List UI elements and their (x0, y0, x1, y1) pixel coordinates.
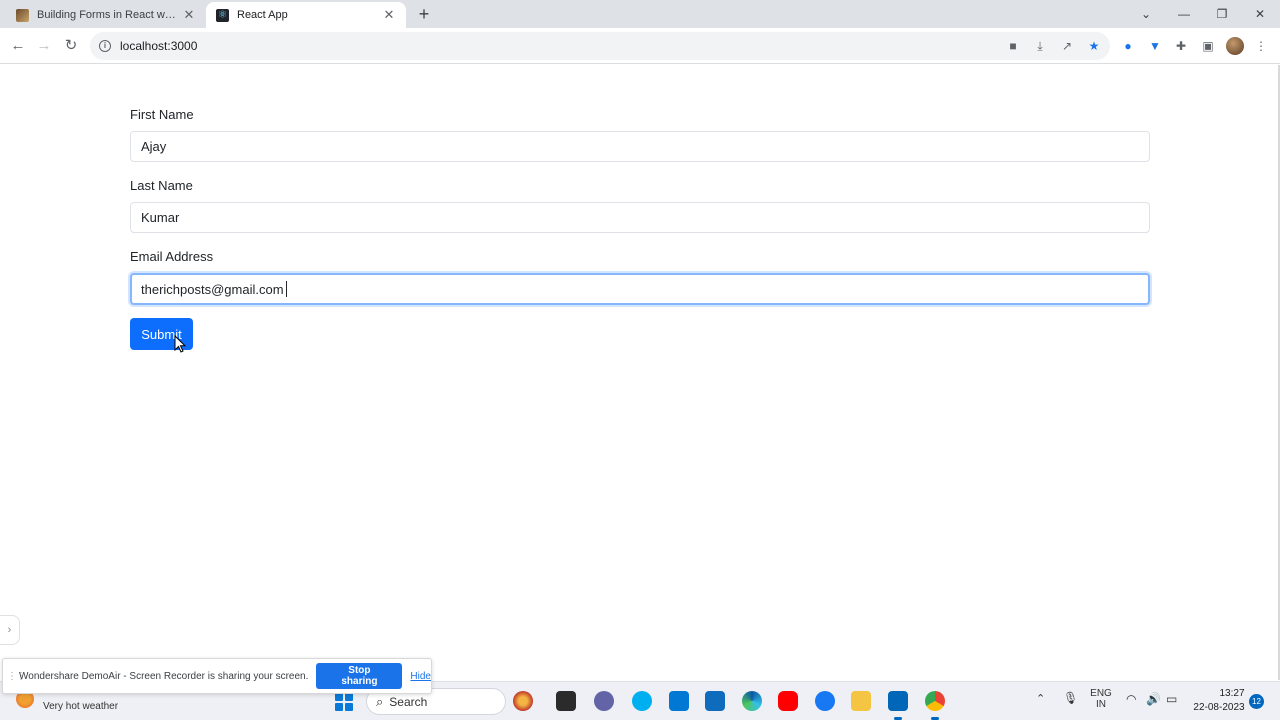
reload-button[interactable]: ↻ (61, 36, 81, 56)
camera-icon[interactable]: ■ (1005, 38, 1021, 54)
show-hidden-icons-chevron-icon[interactable]: ⌃ (1036, 692, 1045, 705)
skype-icon[interactable] (632, 691, 652, 711)
file-explorer-icon[interactable] (851, 691, 871, 711)
store-icon[interactable] (669, 691, 689, 711)
maximize-button[interactable]: ❐ (1212, 4, 1232, 24)
browser-toolbar: ← → ↻ i localhost:3000 ■ ⤓ ↗ ★ ● ▼ ✚ ▣ ⋮ (0, 28, 1280, 64)
tab-title: React App (237, 9, 288, 21)
first-name-label: First Name (130, 107, 194, 122)
tab-search-icon[interactable]: ⌄ (1136, 4, 1156, 24)
drag-grip-icon[interactable]: ⋮⋮ (7, 671, 26, 682)
email-label: Email Address (130, 249, 214, 264)
react-favicon-icon: ⚛ (216, 8, 229, 22)
wifi-icon[interactable]: ◠ (1126, 692, 1136, 706)
text-caret (286, 281, 287, 297)
widgets-app-icon[interactable] (513, 691, 533, 711)
taskbar-search-label: Search (389, 694, 428, 709)
mouse-pointer-icon (174, 334, 187, 353)
tab-close-icon[interactable]: ✕ (382, 7, 396, 23)
microphone-icon[interactable]: 🎙 (1063, 691, 1078, 705)
last-name-input[interactable] (130, 202, 1150, 233)
facebook-icon[interactable] (815, 691, 835, 711)
more-menu-icon[interactable]: ⋮ (1253, 38, 1269, 54)
mail-icon[interactable] (705, 691, 725, 711)
back-button[interactable]: ← (8, 36, 28, 56)
share-message: Wondershare DemoAir - Screen Recorder is… (19, 670, 309, 682)
region-code: IN (1096, 699, 1106, 710)
battery-icon[interactable]: ▭ (1166, 692, 1177, 706)
puzzle-icon[interactable]: ✚ (1173, 38, 1189, 54)
share-icon[interactable]: ↗ (1059, 38, 1075, 54)
tab-strip: Building Forms in React with Formik ✕ ⚛ … (0, 0, 1280, 28)
site-info-icon[interactable]: i (99, 40, 111, 52)
hide-link[interactable]: Hide (410, 671, 431, 682)
vscode-icon[interactable] (888, 691, 908, 711)
page-content: First Name Last Name Email Address Submi… (0, 65, 1280, 680)
last-name-label: Last Name (130, 178, 193, 193)
new-tab-button[interactable]: + (414, 4, 434, 24)
forward-button[interactable]: → (34, 36, 54, 56)
bookmark-star-icon[interactable]: ★ (1086, 38, 1102, 54)
email-input[interactable] (130, 273, 1150, 305)
volume-icon[interactable]: 🔊 (1146, 692, 1161, 706)
language-indicator[interactable]: ENG IN (1090, 688, 1112, 710)
shield-icon[interactable]: ▼ (1147, 38, 1163, 54)
teams-chat-icon[interactable] (594, 691, 614, 711)
book-favicon-icon (16, 8, 29, 22)
chrome-icon[interactable] (925, 691, 945, 711)
tab-close-icon[interactable]: ✕ (182, 7, 196, 23)
weather-description: Very hot weather (43, 701, 119, 712)
tab-title: Building Forms in React with Formik (37, 9, 176, 21)
windows-start-icon[interactable] (335, 693, 353, 711)
search-icon: ⌕ (376, 693, 384, 709)
first-name-input[interactable] (130, 131, 1150, 162)
file-viewer-app-icon[interactable] (556, 691, 576, 711)
address-bar[interactable]: i localhost:3000 ■ ⤓ ↗ ★ (90, 32, 1110, 60)
tab-formik-article[interactable]: Building Forms in React with Formik ✕ (6, 2, 206, 28)
install-icon[interactable]: ⤓ (1032, 38, 1048, 54)
language-code: ENG (1090, 688, 1112, 699)
close-window-button[interactable]: ✕ (1250, 4, 1270, 24)
url-text: localhost:3000 (120, 39, 198, 53)
screen-share-bar: ⋮⋮ Wondershare DemoAir - Screen Recorder… (2, 658, 432, 694)
youtube-icon[interactable] (778, 691, 798, 711)
extension-icon[interactable]: ● (1120, 38, 1136, 54)
clock-date[interactable]: 22-08-2023 (1190, 702, 1248, 713)
minimize-button[interactable]: — (1174, 4, 1194, 24)
edge-browser-icon[interactable] (742, 691, 762, 711)
side-expand-handle[interactable]: › (0, 615, 20, 645)
profile-avatar[interactable] (1226, 37, 1244, 55)
notification-count-badge[interactable]: 12 (1249, 694, 1264, 709)
side-panel-icon[interactable]: ▣ (1200, 38, 1216, 54)
tab-react-app[interactable]: ⚛ React App ✕ (206, 2, 406, 28)
clock-time[interactable]: 13:27 (1217, 688, 1247, 699)
stop-sharing-button[interactable]: Stop sharing (316, 663, 403, 689)
